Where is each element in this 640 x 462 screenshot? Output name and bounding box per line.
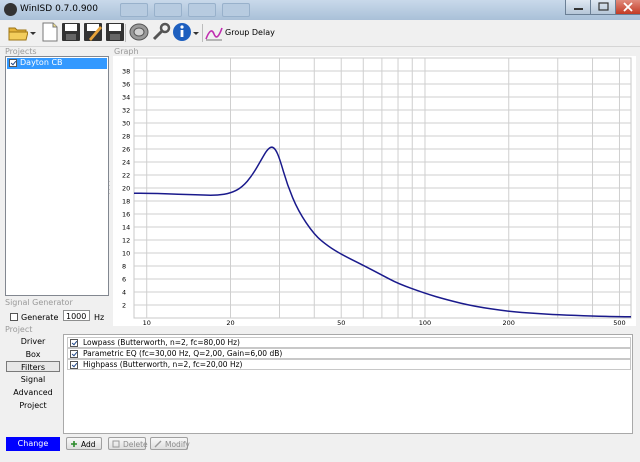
nav-item-filters[interactable]: Filters: [6, 361, 60, 372]
delete-filter-label: Delete: [123, 440, 148, 449]
info-icon[interactable]: [172, 22, 192, 42]
close-icon: [623, 2, 633, 12]
nav-item-project[interactable]: Project: [6, 400, 60, 411]
x-tick-label: 200: [503, 319, 515, 326]
nav-item-driver[interactable]: Driver: [6, 336, 60, 347]
change-button[interactable]: Change: [6, 437, 60, 451]
y-tick-label: 32: [122, 107, 130, 115]
frequency-unit: Hz: [94, 313, 105, 322]
project-name: Dayton CB: [20, 58, 63, 67]
filter-checkbox[interactable]: [70, 339, 78, 347]
maximize-icon: [598, 2, 609, 11]
x-tick-label: 100: [419, 319, 431, 326]
project-item[interactable]: Dayton CB: [7, 58, 107, 69]
filter-checkbox[interactable]: [70, 350, 78, 358]
generate-label: Generate: [21, 313, 59, 322]
y-tick-label: 24: [122, 159, 130, 167]
minimize-button[interactable]: [565, 0, 592, 15]
x-tick-label: 20: [226, 319, 234, 326]
open-folder-icon[interactable]: [8, 22, 28, 42]
maximize-button[interactable]: [590, 0, 617, 15]
y-tick-label: 30: [122, 120, 130, 128]
add-filter-button[interactable]: Add: [66, 437, 102, 450]
graph-panel[interactable]: 2 4 6 8 10 12 14 16 18 20 22 24 26 28 30 32 34 36 38 10 20 50…: [113, 56, 636, 327]
delete-icon: [112, 440, 120, 448]
filter-checkbox[interactable]: [70, 361, 78, 369]
toolbar-separator: [125, 24, 126, 42]
nav-item-advanced[interactable]: Advanced: [6, 387, 60, 398]
modify-icon: [154, 440, 162, 448]
y-tick-label: 14: [122, 224, 130, 232]
save-as-icon[interactable]: [83, 22, 103, 42]
toolbar-separator: [202, 24, 203, 42]
minimize-icon: [574, 8, 583, 10]
filter-label: Lowpass (Butterworth, n=2, fc=80,00 Hz): [83, 338, 240, 347]
y-tick-label: 8: [122, 263, 126, 271]
modify-filter-button[interactable]: Modify: [150, 437, 190, 450]
info-dropdown-icon[interactable]: [193, 22, 199, 42]
driver-editor-icon[interactable]: [129, 22, 149, 42]
new-document-icon[interactable]: [40, 22, 60, 42]
save-all-icon[interactable]: [105, 22, 125, 42]
title-tab[interactable]: [154, 3, 182, 17]
filter-row[interactable]: Lowpass (Butterworth, n=2, fc=80,00 Hz): [67, 337, 631, 348]
window-title: WinISD 0.7.0.900: [20, 4, 99, 14]
y-tick-label: 34: [122, 94, 130, 102]
group-delay-icon[interactable]: [205, 22, 223, 42]
splitter-handle[interactable]: · · · ·: [108, 179, 110, 198]
wrench-icon[interactable]: [151, 22, 171, 42]
save-icon[interactable]: [61, 22, 81, 42]
filter-row[interactable]: Highpass (Butterworth, n=2, fc=20,00 Hz): [67, 359, 631, 370]
project-checkbox[interactable]: [9, 59, 17, 67]
title-tab[interactable]: [188, 3, 216, 17]
title-bar: WinISD 0.7.0.900: [0, 0, 640, 21]
y-tick-label: 36: [122, 81, 130, 89]
y-tick-label: 18: [122, 198, 130, 206]
toolbar: Group Delay: [0, 20, 640, 47]
y-tick-label: 4: [122, 289, 126, 297]
nav-item-box[interactable]: Box: [6, 349, 60, 360]
nav-item-signal[interactable]: Signal: [6, 374, 60, 385]
title-tab[interactable]: [222, 3, 250, 17]
add-icon: [71, 441, 77, 447]
y-tick-label: 22: [122, 172, 130, 180]
y-tick-label: 10: [122, 250, 130, 258]
title-tabs: [120, 3, 250, 17]
frequency-response-chart: 246810121416182022242628303234363810 20 50…: [122, 57, 632, 327]
y-tick-label: 28: [122, 133, 130, 141]
x-tick-label: 500: [613, 319, 625, 326]
projects-list[interactable]: Dayton CB: [5, 56, 109, 296]
y-tick-label: 12: [122, 237, 130, 245]
filter-row[interactable]: Parametric EQ (fc=30,00 Hz, Q=2,00, Gain…: [67, 348, 631, 359]
y-tick-label: 6: [122, 276, 126, 284]
add-filter-label: Add: [81, 440, 96, 449]
app-icon: [4, 3, 17, 16]
y-tick-label: 38: [122, 68, 130, 76]
frequency-input[interactable]: 1000: [63, 310, 90, 321]
signal-generator-section-label: Signal Generator: [5, 298, 73, 307]
filter-label: Parametric EQ (fc=30,00 Hz, Q=2,00, Gain…: [83, 349, 283, 358]
x-tick-label: 10: [143, 319, 151, 326]
group-delay-label[interactable]: Group Delay: [225, 28, 275, 37]
y-tick-label: 2: [122, 302, 126, 310]
status-bar: [0, 452, 640, 462]
y-tick-label: 26: [122, 146, 130, 154]
open-dropdown-icon[interactable]: [30, 22, 36, 42]
x-tick-label: 50: [337, 319, 345, 326]
graph-section-label: Graph: [114, 47, 139, 56]
delete-filter-button[interactable]: Delete: [108, 437, 148, 450]
generate-checkbox[interactable]: [10, 313, 18, 321]
y-tick-label: 16: [122, 211, 130, 219]
project-section-label: Project: [5, 325, 33, 334]
modify-filter-label: Modify: [165, 440, 190, 449]
projects-section-label: Projects: [5, 47, 37, 56]
title-tab[interactable]: [120, 3, 148, 17]
close-button[interactable]: [615, 0, 640, 15]
filter-label: Highpass (Butterworth, n=2, fc=20,00 Hz): [83, 360, 243, 369]
filters-list[interactable]: Lowpass (Butterworth, n=2, fc=80,00 Hz) …: [63, 334, 633, 434]
y-tick-label: 20: [122, 185, 130, 193]
